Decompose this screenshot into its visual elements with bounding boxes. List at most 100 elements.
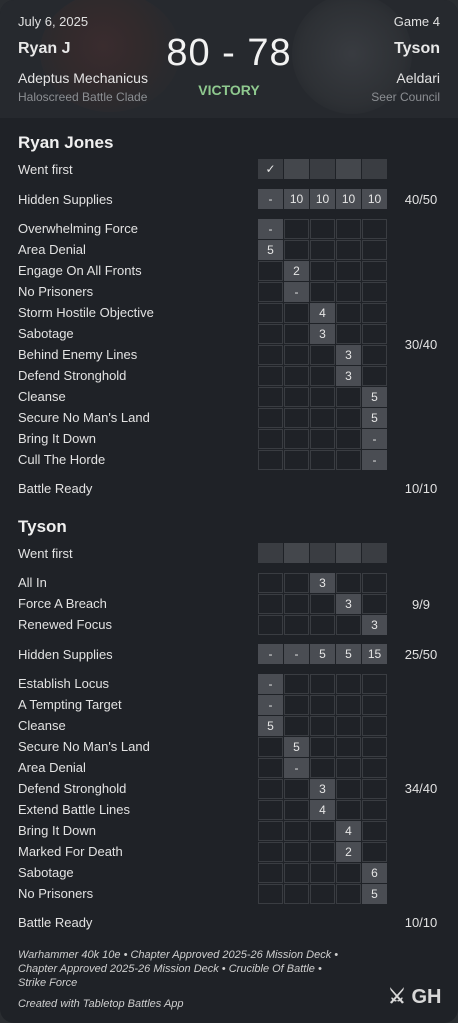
p2-secondary-empty-cell	[310, 842, 335, 862]
p1-secondary-empty-cell	[258, 429, 283, 449]
p1-secondary-empty-cell	[284, 345, 309, 365]
p2-secondary-empty-cell	[362, 800, 387, 820]
p2-secondary-label: Secure No Man's Land	[18, 739, 150, 754]
p2-secondary-empty-cell	[362, 779, 387, 799]
p2-secondary-score: 2	[336, 842, 361, 862]
p2-hidden-supplies-round-4: 5	[336, 644, 361, 664]
final-score: 80 - 78	[166, 32, 292, 74]
p1-secondary-score: 5	[362, 387, 387, 407]
result-label: VICTORY	[198, 82, 260, 98]
p1-secondary-empty-cell	[336, 429, 361, 449]
p2-gambit-empty-cell	[336, 615, 361, 635]
p1-went-first-label: Went first	[18, 162, 73, 177]
p1-secondary-score: 3	[310, 324, 335, 344]
p2-secondary-empty-cell	[336, 779, 361, 799]
p1-secondary-empty-cell	[310, 282, 335, 302]
p2-secondary-empty-cell	[258, 800, 283, 820]
p1-secondary-empty-cell	[284, 303, 309, 323]
p1-secondary-score: -	[258, 219, 283, 239]
p2-gambit-empty-cell	[258, 573, 283, 593]
p1-secondary-empty-cell	[258, 345, 283, 365]
p2-gambit-score: 3	[336, 594, 361, 614]
p2-gambit-label: Renewed Focus	[18, 617, 112, 632]
p2-secondary-empty-cell	[336, 884, 361, 904]
p2-secondary-empty-cell	[336, 716, 361, 736]
p1-secondary-empty-cell	[310, 240, 335, 260]
p2-secondary-empty-cell	[284, 842, 309, 862]
p2-hidden-supplies-label: Hidden Supplies	[18, 647, 113, 662]
p1-secondary-empty-cell	[284, 324, 309, 344]
p2-secondary-score: 5	[284, 737, 309, 757]
p1-secondary-label: Bring It Down	[18, 431, 97, 446]
p2-gambit-score: 3	[362, 615, 387, 635]
p1-secondary-label: Engage On All Fronts	[18, 263, 142, 278]
p2-secondary-empty-cell	[284, 716, 309, 736]
p1-secondary-label: Storm Hostile Objective	[18, 305, 154, 320]
p1-went-first-round-5	[362, 159, 387, 179]
p1-secondary-empty-cell	[336, 219, 361, 239]
p1-secondary-empty-cell	[258, 303, 283, 323]
p2-gambit-label: All In	[18, 575, 47, 590]
p2-secondary-empty-cell	[336, 758, 361, 778]
p1-hidden-supplies-round-3: 10	[310, 189, 335, 209]
p1-secondary-label: Cleanse	[18, 389, 66, 404]
p2-secondary-empty-cell	[310, 863, 335, 883]
app-logo-icon: ⚔ GH	[388, 986, 442, 1008]
p2-secondary-score: 6	[362, 863, 387, 883]
p1-secondary-empty-cell	[284, 219, 309, 239]
p1-secondary-empty-cell	[336, 450, 361, 470]
p1-secondary-empty-cell	[310, 387, 335, 407]
p1-hidden-supplies-total: 40/50	[404, 192, 438, 207]
p2-hidden-supplies-round-1: -	[258, 644, 283, 664]
p2-gambit-empty-cell	[284, 615, 309, 635]
p1-battle-ready-label: Battle Ready	[18, 481, 93, 496]
p2-secondary-label: No Prisoners	[18, 886, 94, 901]
p1-secondary-label: Behind Enemy Lines	[18, 347, 138, 362]
p1-hidden-supplies-round-1: -	[258, 189, 283, 209]
p1-secondary-score: 5	[258, 240, 283, 260]
p2-gambit-empty-cell	[284, 594, 309, 614]
p1-secondary-label: Sabotage	[18, 326, 74, 341]
p2-battle-ready-total: 10/10	[404, 915, 438, 930]
p2-hidden-supplies-round-5: 15	[362, 644, 387, 664]
p2-secondary-score: 4	[336, 821, 361, 841]
p2-secondary-empty-cell	[284, 674, 309, 694]
p1-secondary-label: Cull The Horde	[18, 452, 106, 467]
p2-secondary-score: -	[258, 674, 283, 694]
p2-secondary-empty-cell	[336, 674, 361, 694]
p2-secondary-empty-cell	[258, 737, 283, 757]
p1-secondary-score: 3	[336, 366, 361, 386]
p2-hidden-supplies-round-3: 5	[310, 644, 335, 664]
p2-hidden-supplies-total: 25/50	[404, 647, 438, 662]
p1-secondary-score: -	[362, 450, 387, 470]
p2-secondary-empty-cell	[284, 884, 309, 904]
p1-went-first-round-2	[284, 159, 309, 179]
p2-secondary-label: Area Denial	[18, 760, 86, 775]
p2-went-first-round-2	[284, 543, 309, 563]
p2-secondary-label: Sabotage	[18, 865, 74, 880]
p1-secondary-empty-cell	[284, 387, 309, 407]
p2-secondary-empty-cell	[310, 737, 335, 757]
p1-secondary-score: 3	[336, 345, 361, 365]
p2-secondary-empty-cell	[362, 842, 387, 862]
p1-secondary-empty-cell	[284, 450, 309, 470]
footer-credit: Created with Tabletop Battles App	[18, 998, 184, 1010]
p1-went-first-round-3	[310, 159, 335, 179]
p1-secondary-empty-cell	[310, 429, 335, 449]
p2-gambit-empty-cell	[258, 615, 283, 635]
p2-secondary-empty-cell	[362, 674, 387, 694]
p1-secondary-label: No Prisoners	[18, 284, 94, 299]
player1-section-title: Ryan Jones	[18, 133, 114, 152]
p2-went-first-round-5	[362, 543, 387, 563]
p1-secondary-empty-cell	[336, 261, 361, 281]
p1-secondary-label: Area Denial	[18, 242, 86, 257]
p2-went-first-round-1	[258, 543, 283, 563]
p2-secondary-empty-cell	[284, 695, 309, 715]
p2-secondary-empty-cell	[284, 800, 309, 820]
p2-gambit-empty-cell	[310, 594, 335, 614]
p2-secondary-label: Cleanse	[18, 718, 66, 733]
p2-secondary-label: Establish Locus	[18, 676, 110, 691]
p1-secondary-empty-cell	[336, 324, 361, 344]
p1-secondary-empty-cell	[258, 450, 283, 470]
p2-secondary-empty-cell	[336, 737, 361, 757]
